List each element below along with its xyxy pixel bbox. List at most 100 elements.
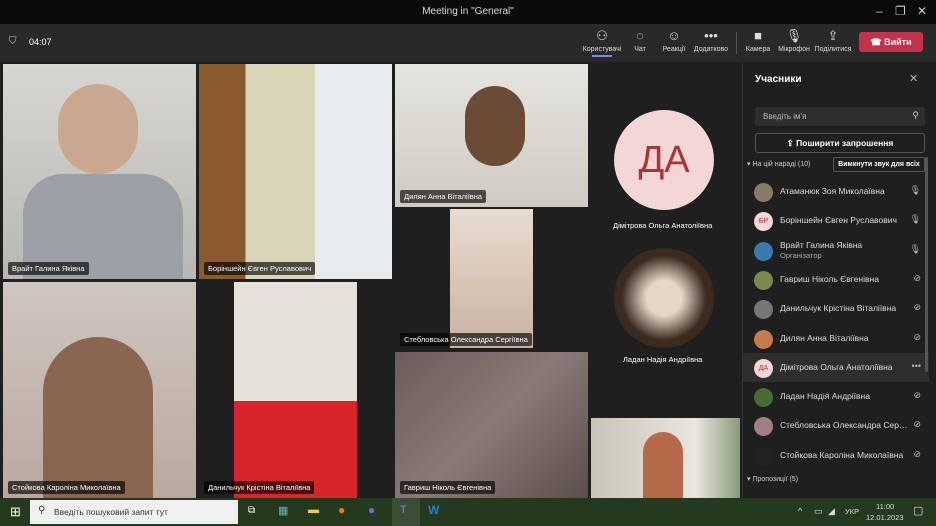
taskbar: ⊞ ⚲ Введіть пошуковий запит тут ⧉ ▦ ▬ ● … — [0, 498, 936, 526]
participant-name: Врайт Галина Яківна — [780, 239, 863, 250]
video-tile[interactable]: Гавриш Ніколь Євгенівна — [395, 352, 588, 498]
participant-row[interactable]: Гавриш Ніколь Євгенівна ⊘ — [743, 265, 929, 294]
tile-name: Боріншейн Євген Руславович — [204, 262, 316, 275]
tile-name: Дімітрова Ольга Анатоліївна — [613, 221, 713, 230]
wifi-icon[interactable]: ◢ — [828, 506, 835, 517]
tile-name: Дилян Анна Віталіївна — [400, 190, 487, 203]
meeting-toolbar: ⛉ 04:07 ⚇ Користувачі ◌ Чат ☺ Реакції ••• До… — [0, 24, 936, 62]
notifications-icon[interactable]: ▢ — [913, 504, 923, 517]
phone-icon: ☎ — [870, 37, 885, 47]
battery-icon[interactable]: ▭ — [814, 506, 823, 517]
task-view-icon[interactable]: ⧉ — [248, 505, 255, 516]
tile-name: Гавриш Ніколь Євгенівна — [400, 481, 496, 494]
clock-date[interactable]: 12.01.2023 — [866, 513, 904, 522]
video-tile[interactable]: Врайт Галина Яківна — [3, 64, 196, 279]
avatar — [614, 248, 714, 348]
participant-name: Атаманюк Зоя Миколаївна — [780, 186, 885, 196]
video-feed — [43, 337, 153, 498]
participant-name: Стойкова Кароліна Миколаївна — [780, 449, 904, 460]
avatar: ДА — [614, 110, 714, 210]
share-invite-button[interactable]: ⇪ Поширити запрошення — [755, 133, 925, 153]
mic-off-icon: ⊘ — [913, 302, 921, 313]
video-tile[interactable]: Стебловська Олександра Сергіївна — [395, 209, 588, 350]
participant-row[interactable]: БР Боріншейн Євген Руславович 🎙 — [743, 206, 929, 235]
taskbar-search-input[interactable]: ⚲ Введіть пошуковий запит тут — [30, 500, 238, 524]
calculator-icon[interactable]: ▦ — [278, 504, 288, 517]
share-button[interactable]: ⇪ Поділитися — [811, 28, 855, 53]
clock-time[interactable]: 11:00 — [876, 502, 894, 511]
tile-name: Ладан Надія Андріївна — [623, 355, 703, 364]
maximize-icon[interactable]: ❐ — [895, 4, 906, 18]
video-tile[interactable]: Ладан Надія Андріївна — [591, 240, 740, 370]
teams-taskbar-button[interactable]: T — [392, 498, 420, 526]
viber-icon[interactable]: ● — [368, 503, 375, 517]
search-icon: ⚲ — [38, 505, 46, 516]
avatar — [754, 300, 773, 320]
leave-button[interactable]: ☎ Вийти — [859, 32, 923, 52]
video-tile[interactable]: Данильчук Крістіна Віталіївна — [199, 282, 392, 498]
mic-off-icon: ⊘ — [913, 272, 921, 283]
participant-row[interactable]: Стебловська Олександра Сергіївна ⊘ — [743, 411, 929, 440]
share-icon: ⇪ — [827, 28, 839, 43]
participant-role: Організатор — [780, 250, 822, 260]
section-suggestions[interactable]: ▾ Пропозиції (5) — [747, 475, 798, 483]
participant-row[interactable]: Дилян Анна Віталіївна ⊘ — [743, 324, 929, 353]
mic-off-icon: ⊘ — [913, 390, 921, 401]
video-tile[interactable]: Стойкова Кароліна Миколаївна — [3, 282, 196, 498]
meeting-timer: 04:07 — [29, 37, 52, 47]
participant-row[interactable]: Атаманюк Зоя Миколаївна 🎙 — [743, 177, 929, 206]
participant-row[interactable]: Данильчук Крістіна Віталіївна ⊘ — [743, 294, 929, 323]
close-icon[interactable]: ✕ — [917, 4, 927, 18]
participant-name: Стебловська Олександра Сергіївна — [780, 420, 908, 431]
video-tile[interactable]: Боріншейн Євген Руславович — [199, 64, 392, 279]
tile-name: Стойкова Кароліна Миколаївна — [8, 481, 125, 494]
scrollbar[interactable] — [925, 157, 928, 372]
participant-row[interactable]: ДА Дімітрова Ольга Анатоліївна ••• — [743, 352, 929, 382]
avatar — [754, 329, 773, 349]
avatar — [754, 241, 773, 261]
teams-icon: T — [400, 504, 407, 516]
video-tile-self[interactable] — [591, 418, 740, 498]
video-feed — [450, 209, 533, 348]
avatar: ДА — [754, 358, 773, 378]
language-indicator[interactable]: УКР — [845, 507, 859, 516]
minimize-icon[interactable]: – — [876, 4, 883, 18]
word-icon[interactable]: W — [428, 503, 439, 517]
more-icon: ••• — [704, 28, 718, 43]
participant-row[interactable]: Стойкова Кароліна Миколаївна ⊘ — [743, 441, 929, 470]
mic-icon: 🎙 — [909, 185, 921, 195]
mute-all-button[interactable]: Вимкнути звук для всіх — [833, 157, 925, 172]
video-tile[interactable]: ДА Дімітрова Ольга Анатоліївна — [591, 64, 740, 236]
video-tile[interactable]: Дилян Анна Віталіївна — [395, 64, 588, 207]
panel-title: Учасники — [755, 74, 802, 85]
mic-icon: 🎙 — [785, 28, 803, 43]
video-feed — [234, 282, 357, 498]
mic-icon: 🎙 — [909, 214, 921, 225]
participant-name: Данильчук Крістіна Віталіївна — [780, 303, 897, 314]
participant-row[interactable]: Організатор Врайт Галина Яківна 🎙 — [743, 236, 929, 265]
firefox-icon[interactable]: ● — [338, 503, 345, 517]
avatar — [754, 446, 773, 466]
search-icon: ⚲ — [912, 110, 919, 120]
avatar — [754, 417, 773, 437]
section-in-meeting[interactable]: ▾ На цій нараді (10) — [747, 160, 810, 168]
participant-name: Ладан Надія Андріївна — [780, 391, 870, 402]
tray-chevron-icon[interactable]: ^ — [798, 506, 802, 516]
share-icon: ⇪ — [786, 138, 797, 148]
video-feed — [465, 86, 525, 166]
mic-button[interactable]: 🎙 Мікрофон — [772, 28, 816, 53]
avatar — [754, 388, 773, 408]
windows-start-icon[interactable]: ⊞ — [10, 504, 21, 520]
more-options-icon[interactable]: ••• — [912, 361, 921, 371]
participant-row[interactable]: Ладан Надія Андріївна ⊘ — [743, 382, 929, 411]
file-explorer-icon[interactable]: ▬ — [308, 504, 319, 516]
participant-name: Дімітрова Ольга Анатоліївна — [780, 361, 893, 372]
close-panel-icon[interactable]: ✕ — [909, 72, 918, 85]
video-feed — [58, 84, 138, 174]
more-button[interactable]: ••• Додатково — [689, 28, 733, 53]
avatar — [754, 270, 773, 290]
participant-search-input[interactable]: Введіть ім'я ⚲ — [755, 107, 925, 126]
avatar: БР — [754, 212, 773, 232]
participant-name: Дилян Анна Віталіївна — [780, 332, 869, 343]
participants-panel: Учасники ✕ Введіть ім'я ⚲ ⇪ Поширити зап… — [742, 62, 936, 498]
